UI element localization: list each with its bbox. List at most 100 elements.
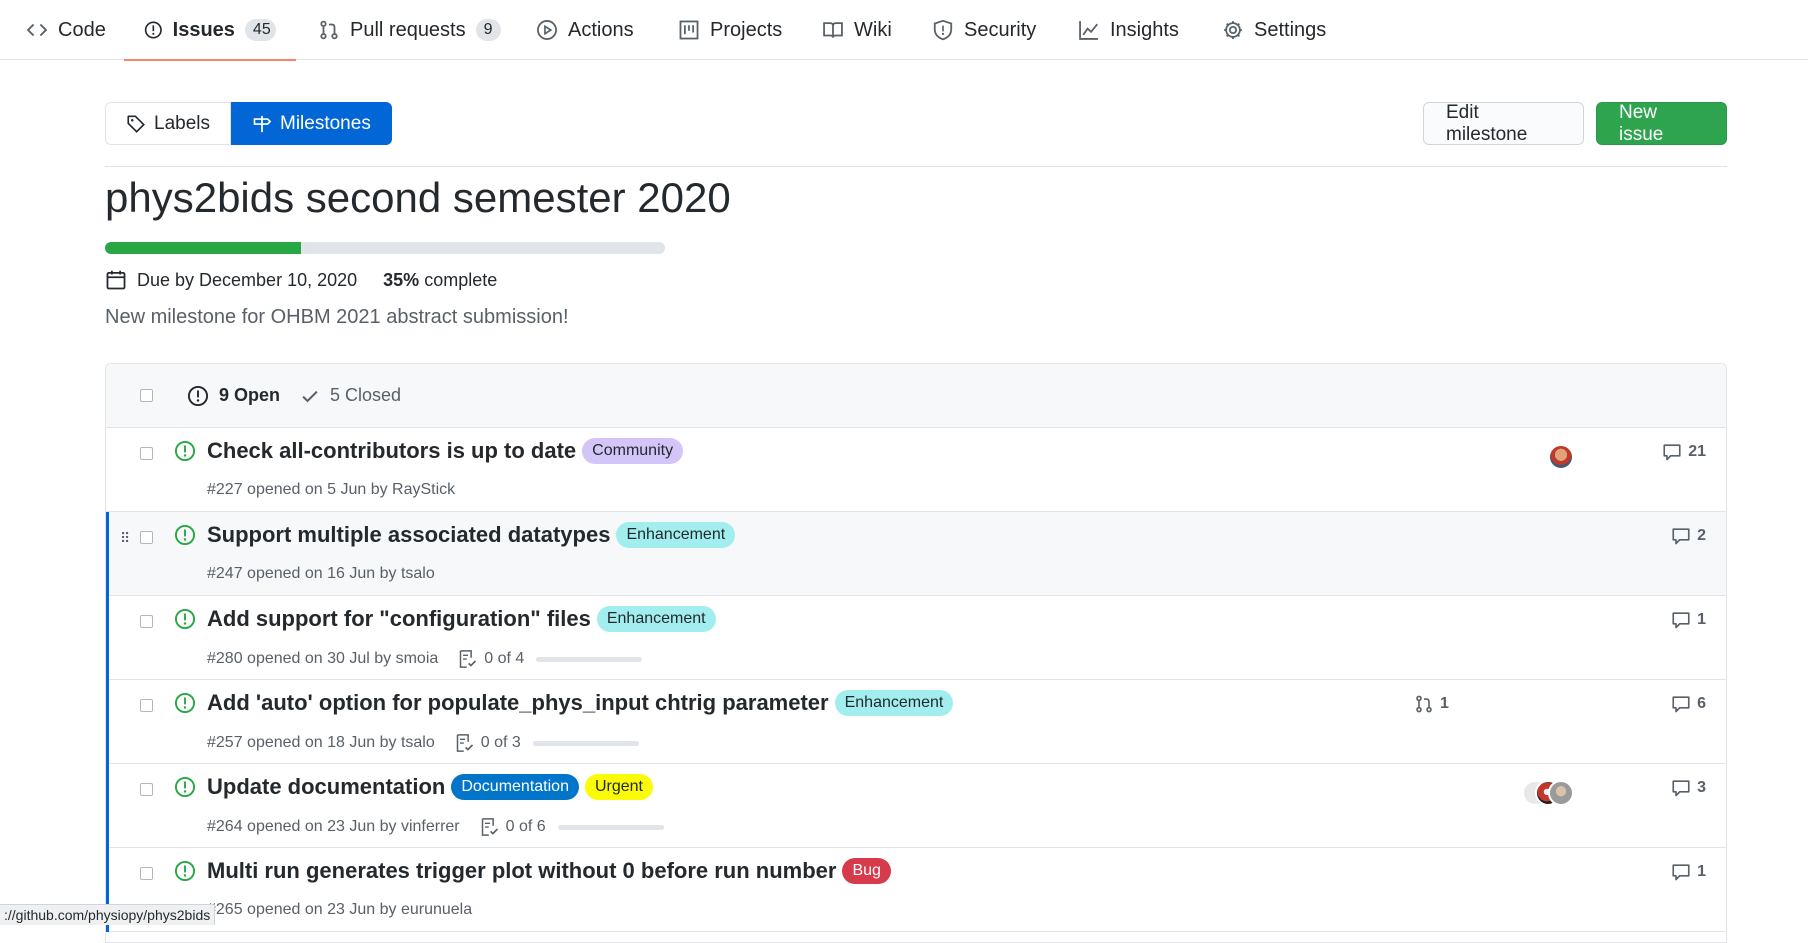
comments-link[interactable]: 2 <box>1671 526 1706 546</box>
issue-opened-icon <box>174 776 196 798</box>
issue-opened-icon <box>174 860 196 882</box>
comments-link[interactable]: 1 <box>1671 862 1706 882</box>
issues-count-badge: 45 <box>244 19 276 41</box>
comments-link[interactable]: 3 <box>1671 778 1706 798</box>
tab-code-label: Code <box>58 18 106 41</box>
issue-checkbox[interactable] <box>140 447 153 460</box>
issue-label[interactable]: Enhancement <box>834 690 954 716</box>
checklist-icon <box>481 818 498 836</box>
new-issue-button[interactable]: New issue <box>1596 102 1727 145</box>
issue-meta-text: #280 opened on 30 Jul by smoia <box>207 650 439 667</box>
issue-title-line: Support multiple associated datatypes En… <box>207 522 736 548</box>
tab-projects[interactable]: Projects <box>658 0 802 60</box>
issue-checkbox[interactable] <box>140 615 153 628</box>
labels-button[interactable]: Labels <box>105 102 231 145</box>
labels-milestones-switch: Labels Milestones <box>105 102 392 145</box>
open-count-label: 9 Open <box>219 385 281 405</box>
tab-actions[interactable]: Actions <box>516 0 654 60</box>
tab-wiki-label: Wiki <box>854 18 892 41</box>
graph-icon <box>1079 21 1098 40</box>
tab-wiki[interactable]: Wiki <box>802 0 912 60</box>
issue-opened-icon <box>174 524 196 546</box>
task-progress-bar <box>536 656 643 662</box>
issue-title[interactable]: Add support for "configuration" files <box>207 606 591 632</box>
issue-row[interactable]: Multi run generates trigger plot without… <box>106 848 1726 932</box>
comments-link[interactable]: 21 <box>1662 442 1706 462</box>
issue-checkbox[interactable] <box>140 867 153 880</box>
issue-checkbox[interactable] <box>140 783 153 796</box>
milestone-completion: 35% complete <box>383 270 497 291</box>
issue-label[interactable]: Documentation <box>451 774 579 800</box>
issue-checkbox[interactable] <box>140 531 153 544</box>
milestone-progress-bar <box>105 242 665 254</box>
tab-code[interactable]: Code <box>6 0 126 60</box>
issue-label[interactable]: Urgent <box>584 774 653 800</box>
comment-icon <box>1672 864 1690 881</box>
issue-title[interactable]: Update documentation <box>207 774 445 800</box>
issue-title[interactable]: Multi run generates trigger plot without… <box>207 858 836 884</box>
issue-title[interactable]: Add 'auto' option for populate_phys_inpu… <box>207 690 829 716</box>
issue-row[interactable]: Add 'auto' option for populate_phys_inpu… <box>106 680 1726 764</box>
issue-meta-text: #227 opened on 5 Jun by RayStick <box>207 481 456 498</box>
tag-icon <box>127 114 145 133</box>
comments-link[interactable]: 1 <box>1671 610 1706 630</box>
open-issues-filter[interactable]: 9 Open <box>187 385 280 407</box>
avatar[interactable] <box>1548 444 1574 470</box>
comment-icon <box>1672 612 1690 629</box>
issue-meta-text: #247 opened on 16 Jun by tsalo <box>207 565 435 582</box>
issue-meta: #227 opened on 5 Jun by RayStick <box>207 481 455 499</box>
linked-pull-requests[interactable]: 1 <box>1414 694 1449 714</box>
link-status-bar: ://github.com/physiopy/phys2bids <box>0 904 216 925</box>
task-progress: 0 of 3 <box>455 733 639 753</box>
comments-count: 1 <box>1697 611 1706 628</box>
tab-projects-label: Projects <box>710 18 783 41</box>
issue-opened-icon <box>174 608 196 630</box>
linked-pr-count: 1 <box>1440 695 1449 712</box>
milestone-percent: 35% <box>383 269 420 290</box>
issue-title[interactable]: Check all-contributors is up to date <box>207 438 576 464</box>
issue-checkbox[interactable] <box>140 699 153 712</box>
select-all-checkbox[interactable] <box>140 389 153 402</box>
tab-insights-label: Insights <box>1110 18 1179 41</box>
issue-row[interactable]: Update documentation Documentation Urgen… <box>106 764 1726 848</box>
milestones-button-label: Milestones <box>280 112 371 134</box>
checklist-icon <box>456 734 473 752</box>
drag-handle-icon[interactable]: ⠿ <box>120 530 130 547</box>
milestones-button[interactable]: Milestones <box>231 102 392 145</box>
issue-row[interactable]: Check all-contributors is up to date Com… <box>106 428 1726 512</box>
code-icon <box>26 23 48 37</box>
tab-issues[interactable]: Issues 45 <box>124 0 296 61</box>
issue-meta: #257 opened on 18 Jun by tsalo 0 of 3 <box>207 733 639 753</box>
milestone-complete-text: complete <box>424 269 498 290</box>
issue-meta-text: #257 opened on 18 Jun by tsalo <box>207 734 435 751</box>
task-progress-bar <box>532 740 639 746</box>
closed-count-label: 5 Closed <box>330 385 402 405</box>
shield-icon <box>933 19 953 41</box>
tab-settings[interactable]: Settings <box>1202 0 1346 60</box>
avatar[interactable] <box>1548 780 1574 806</box>
tab-security[interactable]: Security <box>912 0 1056 60</box>
comments-link[interactable]: 6 <box>1671 694 1706 714</box>
comments-count: 21 <box>1688 443 1706 460</box>
issue-label[interactable]: Community <box>582 438 684 464</box>
issue-row[interactable]: Add support for "configuration" files En… <box>106 596 1726 680</box>
issue-title[interactable]: Support multiple associated datatypes <box>207 522 610 548</box>
closed-issues-filter[interactable]: 5 Closed <box>300 385 401 406</box>
issues-list: 9 Open 5 Closed Check all-contributors i… <box>105 363 1727 943</box>
gear-icon <box>1224 21 1242 39</box>
issue-row[interactable]: ⠿ Support multiple associated datatypes … <box>106 512 1726 596</box>
issue-label[interactable]: Bug <box>842 858 891 884</box>
tab-settings-label: Settings <box>1254 18 1327 41</box>
issue-title-line: Add 'auto' option for populate_phys_inpu… <box>207 690 954 716</box>
issue-label[interactable]: Enhancement <box>616 522 736 548</box>
task-progress-bar <box>557 824 664 830</box>
calendar-icon <box>106 270 126 290</box>
comments-count: 3 <box>1697 779 1706 796</box>
task-progress: 0 of 4 <box>458 649 643 669</box>
issue-label[interactable]: Enhancement <box>596 606 716 632</box>
edit-milestone-button[interactable]: Edit milestone <box>1423 102 1584 145</box>
tab-insights[interactable]: Insights <box>1058 0 1199 60</box>
issue-title-line: Update documentation Documentation Urgen… <box>207 774 653 800</box>
tab-pull-requests[interactable]: Pull requests 9 <box>298 0 521 60</box>
pull-request-icon <box>320 20 338 40</box>
